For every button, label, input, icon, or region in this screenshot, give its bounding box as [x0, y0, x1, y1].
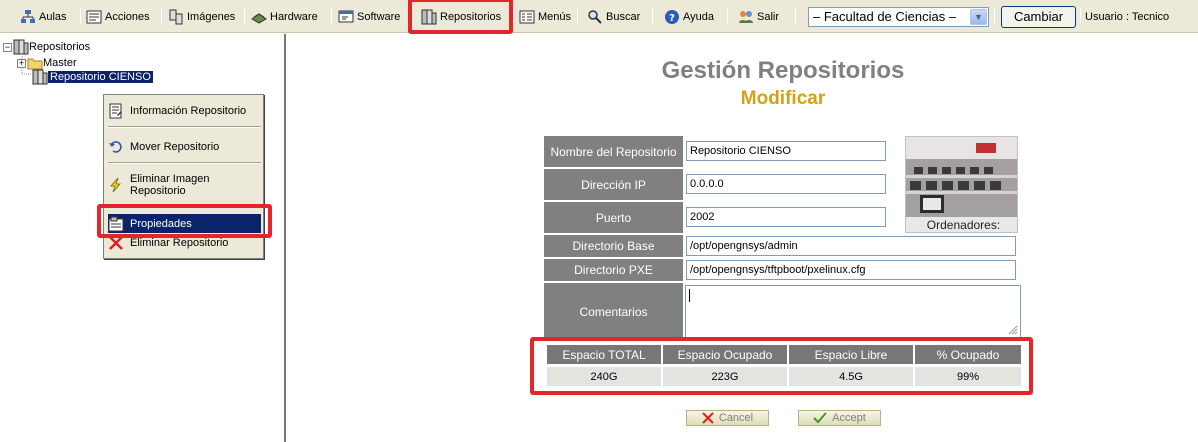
- toolbar-menus-button[interactable]: Menús: [519, 6, 571, 28]
- page-title: Gestión Repositorios: [661, 57, 905, 84]
- cancel-button[interactable]: Cancel: [686, 410, 769, 426]
- svg-text:?: ?: [669, 13, 675, 24]
- accept-label: Accept: [832, 412, 866, 424]
- cancel-label: Cancel: [718, 412, 754, 424]
- exit-icon: [738, 9, 754, 25]
- toolbar-acciones-button[interactable]: Acciones: [86, 6, 150, 28]
- menu-icon: [519, 9, 535, 25]
- faculty-select[interactable]: – Facultad de Ciencias – ▼: [808, 7, 989, 27]
- highlight-box-properties: [97, 204, 272, 238]
- menu-separator: [108, 126, 261, 128]
- network-icon: [20, 9, 36, 25]
- hardware-icon: [251, 9, 267, 25]
- toolbar-imagenes-button[interactable]: Imágenes: [168, 6, 235, 28]
- lightning-icon: [108, 177, 124, 193]
- name-label: Nombre del Repositorio: [544, 136, 683, 167]
- toolbar-separator: [1080, 7, 1081, 25]
- computer-lab-photo: [906, 137, 1017, 217]
- toolbar-label: Imágenes: [187, 11, 236, 23]
- cancel-x-icon: [702, 412, 714, 424]
- toolbar-separator: [727, 7, 728, 25]
- resize-grip-icon[interactable]: [1008, 325, 1018, 335]
- toolbar-label: Software: [357, 11, 401, 23]
- toolbar-software-button[interactable]: Software: [338, 6, 400, 28]
- text-cursor: [689, 289, 690, 302]
- photo-caption: Ordenadores:: [926, 218, 1001, 232]
- accept-button[interactable]: Accept: [798, 410, 881, 426]
- toolbar-label: Salir: [757, 11, 780, 23]
- toolbar-separator: [161, 7, 162, 25]
- help-icon: ?: [664, 9, 680, 25]
- ip-field[interactable]: 0.0.0.0: [686, 174, 886, 194]
- software-icon: [338, 9, 354, 25]
- comments-textarea[interactable]: [685, 285, 1021, 338]
- toolbar-label: Hardware: [270, 11, 318, 23]
- port-label: Puerto: [544, 202, 683, 233]
- toolbar-buscar-button[interactable]: Buscar: [587, 6, 640, 28]
- basedir-label: Directorio Base: [544, 235, 683, 257]
- menu-item-label: Información Repositorio: [130, 105, 247, 117]
- toolbar-separator: [652, 7, 653, 25]
- menu-item-move[interactable]: Mover Repositorio: [108, 138, 261, 156]
- search-icon: [587, 9, 603, 25]
- tree-item-repositorio-cienso[interactable]: Repositorio CIENSO: [32, 69, 153, 85]
- expand-icon[interactable]: +: [17, 58, 26, 68]
- tree-pane: − Repositorios + Master Repositorio CIEN…: [0, 34, 286, 442]
- pxedir-label: Directorio PXE: [544, 259, 683, 281]
- toolbar-ayuda-button[interactable]: ? Ayuda: [664, 6, 714, 28]
- toolbar-hardware-button[interactable]: Hardware: [251, 6, 318, 28]
- document-icon: [108, 103, 124, 119]
- images-icon: [168, 9, 184, 25]
- toolbar-salir-button[interactable]: Salir: [738, 6, 779, 28]
- page-subtitle: Modificar: [740, 88, 826, 109]
- undo-arrow-icon: [108, 139, 124, 155]
- comments-label: Comentarios: [544, 283, 683, 340]
- toolbar-aulas-button[interactable]: Aulas: [20, 6, 67, 28]
- highlight-box-space: [530, 337, 1033, 395]
- menu-item-info[interactable]: Información Repositorio: [108, 102, 261, 120]
- port-field[interactable]: 2002: [686, 207, 886, 227]
- toolbar-separator: [513, 7, 514, 25]
- toolbar-label: Buscar: [606, 11, 641, 23]
- pxedir-field[interactable]: /opt/opengnsys/tftpboot/pxelinux.cfg: [686, 260, 1016, 280]
- menu-item-label: Eliminar Repositorio: [130, 237, 229, 249]
- change-button[interactable]: Cambiar: [1001, 6, 1076, 28]
- tree-item-label: Repositorio CIENSO: [48, 71, 153, 83]
- toolbar-label: Aulas: [39, 11, 67, 23]
- toolbar-separator: [994, 7, 995, 25]
- name-field[interactable]: Repositorio CIENSO: [686, 141, 886, 161]
- toolbar-label: Ayuda: [683, 11, 714, 23]
- toolbar-label: Menús: [538, 11, 572, 23]
- toolbar-label: Acciones: [105, 11, 150, 23]
- chevron-down-icon[interactable]: ▼: [970, 9, 987, 25]
- menu-item-label: Eliminar Imagen Repositorio: [130, 173, 210, 197]
- highlight-box-repositorios: [408, 0, 513, 34]
- toolbar-separator: [331, 7, 332, 25]
- repository-icon: [32, 69, 48, 85]
- user-label: Usuario : Tecnico: [1085, 11, 1170, 23]
- menu-item-delete-image[interactable]: Eliminar Imagen Repositorio: [108, 171, 261, 199]
- menu-item-label: Mover Repositorio: [130, 141, 220, 153]
- toolbar-separator: [244, 7, 245, 25]
- menu-separator: [108, 162, 261, 164]
- basedir-field[interactable]: /opt/opengnsys/admin: [686, 236, 1016, 256]
- toolbar-separator: [795, 7, 796, 25]
- toolbar: Aulas Acciones Imágenes Hardware Softwar…: [0, 0, 1198, 34]
- actions-icon: [86, 9, 102, 25]
- toolbar-separator: [80, 7, 81, 25]
- toolbar-separator: [577, 7, 578, 25]
- tree-item-label: Master: [43, 57, 77, 69]
- faculty-select-value: – Facultad de Ciencias –: [813, 9, 957, 24]
- ip-label: Dirección IP: [544, 169, 683, 200]
- checkmark-icon: [813, 412, 827, 424]
